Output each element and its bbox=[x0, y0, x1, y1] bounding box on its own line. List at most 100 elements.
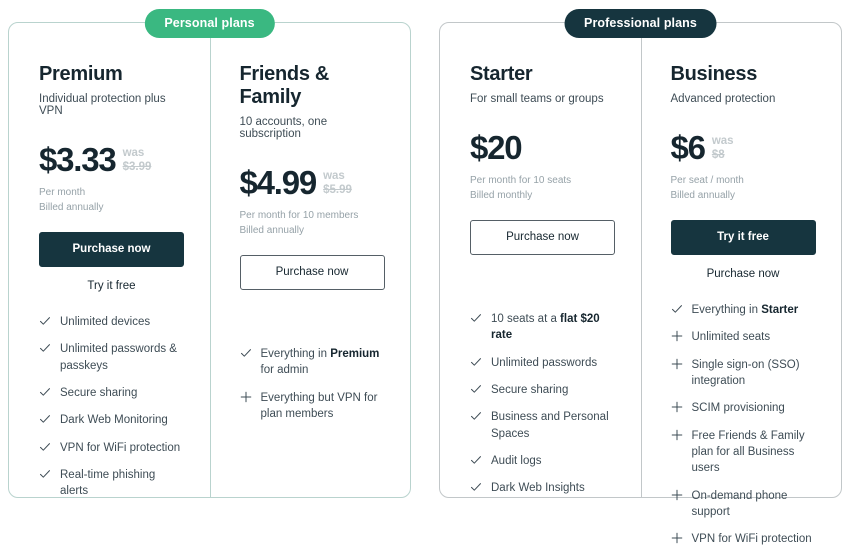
feature-label: SCIM provisioning bbox=[691, 402, 785, 415]
check-icon bbox=[39, 413, 51, 426]
secondary-cta-link[interactable]: Purchase now bbox=[671, 268, 816, 280]
feature-list: 10 seats at a flat $20 rate Unlimited pas… bbox=[470, 311, 617, 497]
was-label: was bbox=[122, 147, 145, 159]
feature-list: Everything in Starter Unlimited seats Sing… bbox=[671, 302, 818, 548]
plus-icon bbox=[240, 391, 252, 404]
feature-item: On-demand phone support bbox=[671, 488, 818, 521]
feature-item: Everything but VPN for plan members bbox=[240, 390, 387, 423]
check-icon bbox=[470, 383, 482, 396]
plan-name: Business bbox=[670, 63, 758, 85]
feature-item: Dark Web Insights bbox=[470, 480, 617, 496]
primary-cta-button[interactable]: Purchase now bbox=[39, 232, 184, 267]
was-label: was bbox=[711, 135, 734, 147]
feature-item: Unlimited passwords bbox=[470, 355, 617, 371]
feature-item: Free Friends & Family plan for all Busin… bbox=[671, 428, 818, 477]
price-row: $3.33 was $3.99 bbox=[39, 143, 186, 176]
check-icon bbox=[470, 410, 482, 423]
price-current: $3.33 bbox=[39, 141, 117, 178]
feature-label: Free Friends & Family plan for all Busin… bbox=[691, 429, 805, 475]
billing-info: Per month for 10 seats Billed monthly bbox=[470, 173, 617, 203]
billing-line-2: Billed monthly bbox=[470, 190, 533, 201]
plus-icon bbox=[671, 429, 683, 442]
feature-item: Real-time phishing alerts bbox=[39, 467, 186, 500]
plan-name: Starter bbox=[470, 63, 533, 85]
plan-tagline: Advanced protection bbox=[670, 93, 776, 105]
plan-name: Premium bbox=[39, 63, 123, 85]
plan-tagline: For small teams or groups bbox=[470, 93, 604, 105]
feature-label: Unlimited passwords & passkeys bbox=[60, 343, 177, 372]
price-current: $4.99 bbox=[239, 164, 318, 201]
price-previous: was $5.99 bbox=[323, 166, 352, 197]
plus-icon bbox=[671, 330, 683, 343]
plus-icon bbox=[671, 532, 683, 545]
feature-label: Unlimited passwords bbox=[491, 356, 598, 369]
group-badge: Personal plans bbox=[144, 9, 275, 38]
billing-line-1: Per month bbox=[39, 187, 86, 198]
cta-spacer bbox=[240, 290, 387, 324]
plan-group-personal: Personal plans Premium Individual protecti… bbox=[8, 9, 411, 498]
feature-label: Dark Web Monitoring bbox=[60, 414, 168, 427]
feature-label: Everything in Starter bbox=[691, 304, 799, 316]
plan-tagline: 10 accounts, one subscription bbox=[239, 116, 328, 140]
feature-item: Everything in Starter bbox=[671, 302, 818, 318]
feature-item: VPN for WiFi protection bbox=[671, 531, 818, 547]
feature-label: Secure sharing bbox=[60, 386, 138, 399]
was-value: $8 bbox=[711, 148, 725, 161]
feature-label: Everything but VPN for plan members bbox=[260, 391, 378, 420]
feature-item: Audit logs bbox=[470, 453, 617, 469]
feature-label: Real-time phishing alerts bbox=[60, 468, 156, 498]
price-previous: was $3.99 bbox=[123, 143, 152, 174]
check-icon bbox=[470, 312, 482, 325]
feature-item: Secure sharing bbox=[470, 382, 617, 398]
billing-info: Per month Billed annually bbox=[39, 185, 186, 215]
plan-tagline: Individual protection plus VPN bbox=[39, 93, 166, 117]
feature-label: Secure sharing bbox=[491, 383, 569, 396]
check-icon bbox=[470, 356, 482, 369]
price-previous: was $8 bbox=[712, 131, 734, 162]
group-badge: Professional plans bbox=[564, 9, 717, 38]
pricing-groups: Personal plans Premium Individual protecti… bbox=[0, 0, 850, 545]
feature-item: 10 seats at a flat $20 rate bbox=[470, 311, 617, 344]
plus-icon bbox=[671, 401, 683, 414]
billing-line-1: Per seat / month bbox=[670, 175, 744, 186]
check-icon bbox=[470, 454, 482, 467]
plan-columns: Starter For small teams or groups $20 Per m… bbox=[440, 23, 841, 545]
check-icon bbox=[39, 468, 51, 481]
secondary-cta-link[interactable]: Try it free bbox=[39, 280, 184, 292]
feature-label: Business and Personal Spaces bbox=[491, 411, 609, 440]
primary-cta-button[interactable]: Purchase now bbox=[239, 255, 385, 290]
check-icon bbox=[39, 342, 51, 355]
price-row: $6 was $8 bbox=[671, 131, 818, 164]
was-value: $3.99 bbox=[122, 160, 152, 173]
feature-item: Unlimited devices bbox=[39, 314, 186, 330]
plus-icon bbox=[671, 489, 683, 502]
billing-line-2: Billed annually bbox=[670, 190, 736, 201]
primary-cta-button[interactable]: Purchase now bbox=[470, 220, 615, 255]
feature-item: Dark Web Monitoring bbox=[39, 412, 186, 428]
feature-label: Unlimited devices bbox=[60, 316, 151, 328]
was-value: $5.99 bbox=[323, 183, 352, 196]
feature-item: VPN for WiFi protection bbox=[39, 440, 186, 456]
feature-label: On-demand phone support bbox=[691, 489, 788, 518]
check-icon bbox=[39, 315, 51, 328]
plan-card-premium: Premium Individual protection plus VPN $3.… bbox=[9, 23, 210, 497]
price-current: $6 bbox=[670, 129, 707, 166]
feature-list: Everything in Premium for admin Everythin… bbox=[240, 346, 387, 422]
check-icon bbox=[470, 481, 482, 494]
feature-item: Secure sharing bbox=[39, 385, 186, 401]
feature-label: Everything in Premium for admin bbox=[260, 348, 380, 377]
feature-label: Unlimited seats bbox=[691, 331, 771, 344]
feature-item: Single sign-on (SSO) integration bbox=[671, 357, 818, 390]
check-icon bbox=[671, 303, 683, 316]
plan-card-starter: Starter For small teams or groups $20 Per m… bbox=[440, 23, 641, 497]
feature-label: Audit logs bbox=[491, 454, 542, 467]
plan-card-friends-family: Friends & Family 10 accounts, one subscri… bbox=[210, 23, 411, 497]
feature-label: VPN for WiFi protection bbox=[691, 533, 812, 546]
billing-line-1: Per month for 10 members bbox=[239, 210, 359, 221]
cta-spacer bbox=[470, 255, 617, 289]
primary-cta-button[interactable]: Try it free bbox=[670, 220, 816, 255]
plan-name: Friends & Family bbox=[239, 63, 330, 108]
billing-info: Per month for 10 members Billed annually bbox=[240, 208, 387, 238]
price-row: $4.99 was $5.99 bbox=[240, 166, 387, 199]
feature-item: Everything in Premium for admin bbox=[240, 346, 387, 379]
